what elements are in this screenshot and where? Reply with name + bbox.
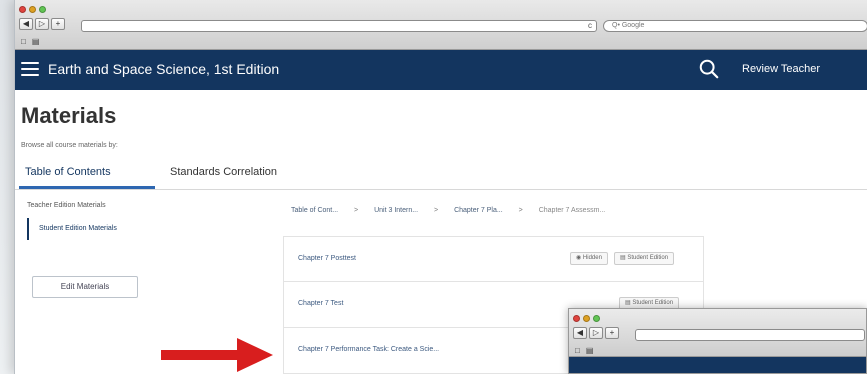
sidebar-item-student-edition[interactable]: Student Edition Materials [39,225,117,232]
breadcrumb-current: Chapter 7 Assessm... [538,207,606,214]
breadcrumb-separator: > [518,207,523,214]
breadcrumb-item[interactable]: Table of Cont... [291,207,338,214]
url-bar[interactable] [635,329,865,341]
sidebar-item-teacher-edition[interactable]: Teacher Edition Materials [27,202,106,209]
zoom-window-button[interactable] [593,315,600,322]
second-browser-window: ◀ ▷ + □ ▤ [568,308,867,374]
browser-search-input[interactable]: Q• Google [603,20,867,32]
minimize-window-button[interactable] [583,315,590,322]
bookmarks-grid-icon[interactable]: ▤ [32,37,40,46]
student-edition-badge: ▤ Student Edition [614,252,675,265]
breadcrumb-separator: > [434,207,439,214]
course-title: Earth and Space Science, 1st Edition [48,61,280,77]
page-title: Materials [21,103,117,128]
edition-badge-label: Student Edition [632,300,674,306]
eye-icon: ◉ [576,255,583,261]
back-button[interactable]: ◀ [19,18,33,30]
active-tab-indicator [19,186,155,189]
close-window-button[interactable] [19,6,26,13]
zoom-window-button[interactable] [39,6,46,13]
back-button[interactable]: ◀ [573,327,587,339]
minimize-window-button[interactable] [29,6,36,13]
tab-standards-correlation[interactable]: Standards Correlation [170,166,277,178]
material-title[interactable]: Chapter 7 Test [298,300,343,307]
add-tab-button[interactable]: + [51,18,65,30]
bookmarks-grid-icon[interactable]: ▤ [586,346,594,355]
breadcrumb-item[interactable]: Unit 3 Intern... [374,207,418,214]
window-controls [573,315,600,322]
user-menu[interactable]: Review Teacher [742,63,820,75]
url-bar[interactable]: c [81,20,597,32]
hidden-badge-label: Hidden [582,255,602,261]
window-controls [19,6,46,13]
browser-nav: ◀ ▷ + [19,18,65,30]
sidebar-active-indicator [27,218,29,240]
app-header: Earth and Space Science, 1st Edition Rev… [15,50,867,90]
edition-badge-label: Student Edition [627,255,669,261]
app-header [569,357,866,373]
add-tab-button[interactable]: + [605,327,619,339]
breadcrumb-item[interactable]: Chapter 7 Pla... [454,207,503,214]
browser-titlebar: ◀ ▷ + c Q• Google □ ▤ [15,0,867,50]
bookmarks-bar: □ ▤ [575,346,593,355]
menu-icon[interactable] [21,62,39,76]
red-arrow-icon [161,338,273,372]
breadcrumb-separator: > [354,207,359,214]
forward-button[interactable]: ▷ [589,327,603,339]
browse-label: Browse all course materials by: [21,142,118,149]
close-window-button[interactable] [573,315,580,322]
reload-icon[interactable]: c [588,21,592,31]
edit-materials-button[interactable]: Edit Materials [32,276,138,298]
bookmarks-bar: □ ▤ [21,37,39,46]
list-item[interactable]: Chapter 7 Posttest ◉ Hidden ▤ Student Ed… [283,236,704,282]
breadcrumb: Table of Cont... > Unit 3 Intern... > Ch… [291,207,619,214]
hidden-badge[interactable]: ◉ Hidden [570,252,608,265]
browser-nav: ◀ ▷ + [573,327,619,339]
tab-bar: Table of Contents Standards Correlation [15,158,867,190]
reader-icon[interactable]: □ [21,37,26,46]
search-icon[interactable] [698,58,720,80]
material-title[interactable]: Chapter 7 Posttest [298,255,356,262]
forward-button[interactable]: ▷ [35,18,49,30]
tab-table-of-contents[interactable]: Table of Contents [25,166,111,178]
reader-icon[interactable]: □ [575,346,580,355]
second-window-titlebar: ◀ ▷ + □ ▤ [569,309,866,357]
material-title[interactable]: Chapter 7 Performance Task: Create a Sci… [298,346,439,353]
